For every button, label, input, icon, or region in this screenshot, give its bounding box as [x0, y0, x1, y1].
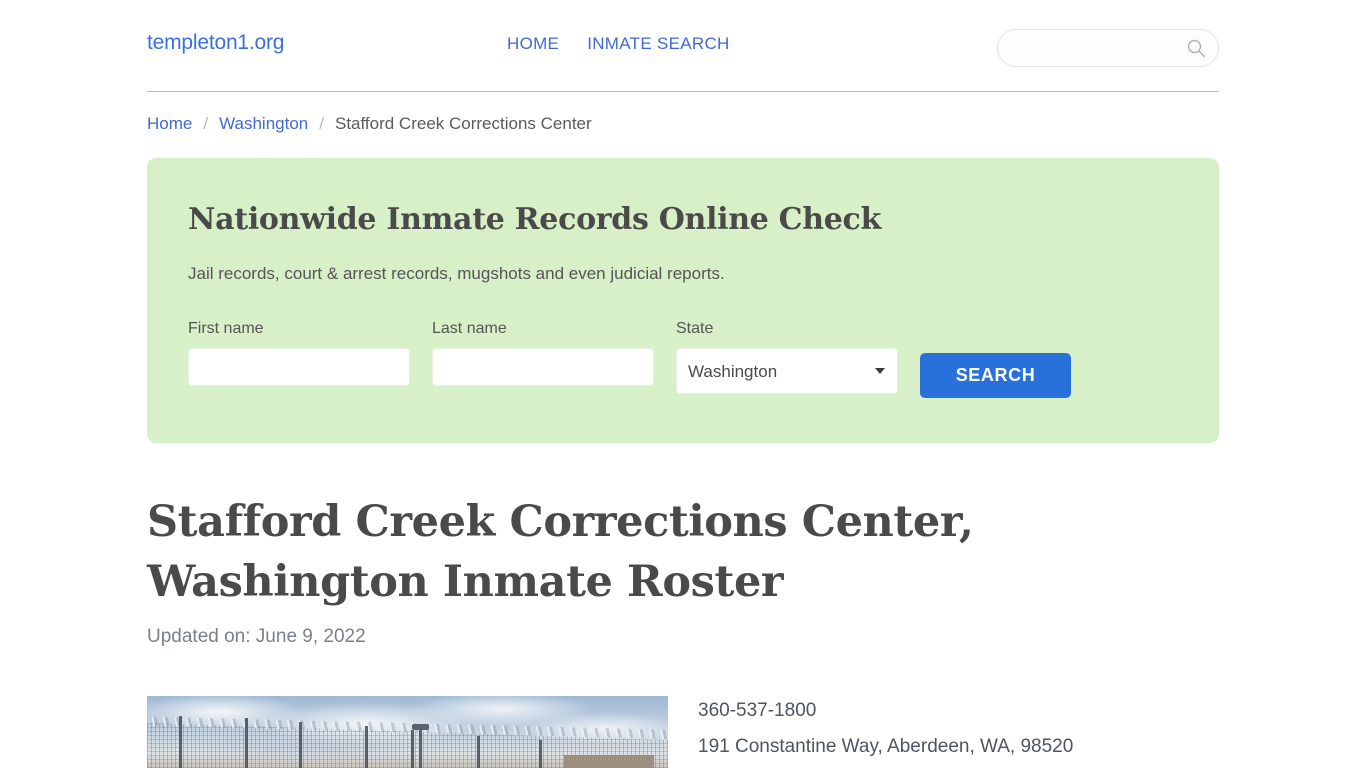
state-label: State [676, 320, 714, 337]
photo-fence-post [179, 716, 182, 768]
first-name-field-group: First name [188, 320, 410, 386]
primary-nav: HOME INMATE SEARCH [507, 34, 730, 54]
breadcrumb-item-home[interactable]: Home [147, 114, 192, 134]
state-select-wrapper[interactable]: Washington [676, 348, 898, 394]
facility-photo [147, 696, 668, 768]
photo-fence-post [365, 726, 368, 768]
inmate-search-panel: Nationwide Inmate Records Online Check J… [147, 158, 1219, 443]
last-name-input[interactable] [432, 348, 654, 386]
nav-item-inmate-search[interactable]: INMATE SEARCH [587, 34, 729, 54]
facility-address: 191 Constantine Way, Aberdeen, WA, 98520 [698, 736, 1074, 757]
photo-fence-post [477, 736, 480, 768]
breadcrumb-separator: / [203, 114, 209, 133]
last-name-field-group: Last name [432, 320, 654, 386]
state-field-group: State Washington [676, 320, 898, 394]
site-logo[interactable]: templeton1.org [147, 31, 284, 55]
updated-on-text: Updated on: June 9, 2022 [147, 626, 366, 647]
photo-fence-post [299, 722, 302, 768]
photo-light-pole [412, 724, 429, 768]
search-icon[interactable] [1186, 38, 1206, 58]
breadcrumb-item-current: Stafford Creek Corrections Center [334, 114, 592, 133]
breadcrumb: Home / Washington / Stafford Creek Corre… [147, 114, 592, 134]
first-name-label: First name [188, 320, 264, 337]
site-header: templeton1.org HOME INMATE SEARCH [147, 0, 1219, 92]
panel-subtitle: Jail records, court & arrest records, mu… [188, 264, 725, 283]
header-search-input[interactable] [1014, 30, 1184, 66]
nav-item-home[interactable]: HOME [507, 34, 559, 54]
page-root: templeton1.org HOME INMATE SEARCH Home /… [0, 0, 1366, 768]
header-search-box[interactable] [997, 29, 1219, 67]
page-title: Stafford Creek Corrections Center, Washi… [147, 497, 974, 607]
search-button[interactable]: SEARCH [920, 353, 1071, 398]
facility-contact-block: 360-537-1800 191 Constantine Way, Aberde… [698, 693, 1073, 765]
photo-fence-post [411, 730, 414, 768]
first-name-input[interactable] [188, 348, 410, 386]
breadcrumb-item-washington[interactable]: Washington [219, 114, 308, 134]
breadcrumb-separator: / [319, 114, 324, 133]
photo-building [564, 755, 654, 768]
photo-fence-post [539, 740, 542, 768]
last-name-label: Last name [432, 320, 507, 337]
state-select[interactable]: Washington [676, 348, 898, 394]
panel-title: Nationwide Inmate Records Online Check [188, 202, 881, 237]
facility-phone: 360-537-1800 [698, 700, 817, 721]
photo-fence-post [245, 718, 248, 768]
